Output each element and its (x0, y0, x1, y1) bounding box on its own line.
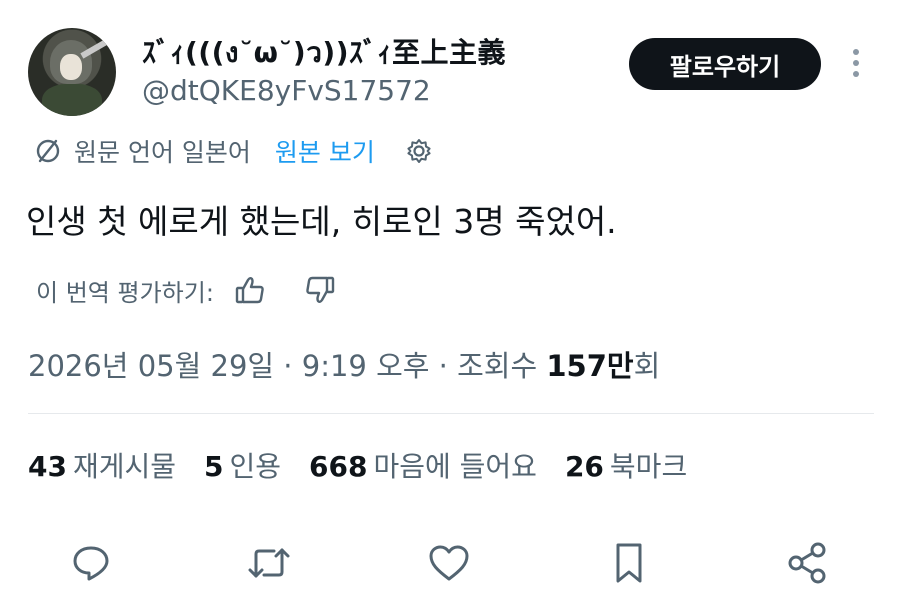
translate-icon (36, 139, 60, 163)
bookmark-button[interactable] (606, 540, 652, 586)
thumbs-up-button[interactable] (234, 275, 266, 305)
share-button[interactable] (784, 540, 830, 586)
reposts-stat[interactable]: 43 재게시물 (28, 445, 176, 485)
more-vertical-icon[interactable] (848, 46, 864, 80)
avatar[interactable] (28, 28, 116, 116)
likes-stat[interactable]: 668 마음에 들어요 (309, 445, 537, 485)
reply-button[interactable] (68, 540, 114, 586)
tweet-text: 인생 첫 에로게 했는데, 히로인 3명 죽었어. (26, 202, 617, 241)
user-handle[interactable]: @dtQKE8yFvS17572 (142, 74, 431, 107)
source-language-label: 원문 언어 일본어 (74, 138, 251, 167)
tweet-meta: 2026년 05월 29일 · 9:19 오후 · 조회수 157만회 (28, 343, 660, 385)
reply-icon (73, 546, 109, 581)
bookmark-icon (616, 543, 642, 583)
repost-icon (248, 548, 290, 578)
tweet-timestamp[interactable]: 2026년 05월 29일 · 9:19 오후 · 조회수 (28, 349, 546, 383)
avatar-face (60, 54, 82, 80)
gear-icon[interactable] (405, 137, 433, 165)
display-name[interactable]: ｽﾞｨ(((ง˘ω˘)ว))ｽﾞｨ至上主義 (142, 31, 506, 75)
bookmarks-stat[interactable]: 26 북마크 (565, 445, 687, 485)
share-icon (788, 542, 826, 584)
avatar-body (42, 84, 102, 116)
view-count: 157만 (546, 349, 634, 383)
rate-translation: 이 번역 평가하기: (36, 272, 336, 308)
divider (28, 413, 874, 414)
thumbs-down-button[interactable] (304, 275, 336, 305)
quotes-stat[interactable]: 5 인용 (204, 445, 281, 485)
thumbs-up-icon (235, 277, 264, 304)
translation-info: 원문 언어 일본어 원본 보기 (34, 134, 433, 168)
engagement-stats: 43 재게시물 5 인용 668 마음에 들어요 26 북마크 (28, 445, 715, 485)
like-icon (429, 545, 469, 581)
rate-translation-label: 이 번역 평가하기: (36, 278, 214, 307)
follow-button[interactable]: 팔로우하기 (629, 38, 821, 90)
show-original-link[interactable]: 원본 보기 (275, 133, 375, 169)
repost-button[interactable] (246, 540, 292, 586)
thumbs-down-icon (306, 276, 335, 303)
view-count-suffix: 회 (633, 349, 661, 383)
like-button[interactable] (426, 540, 472, 586)
